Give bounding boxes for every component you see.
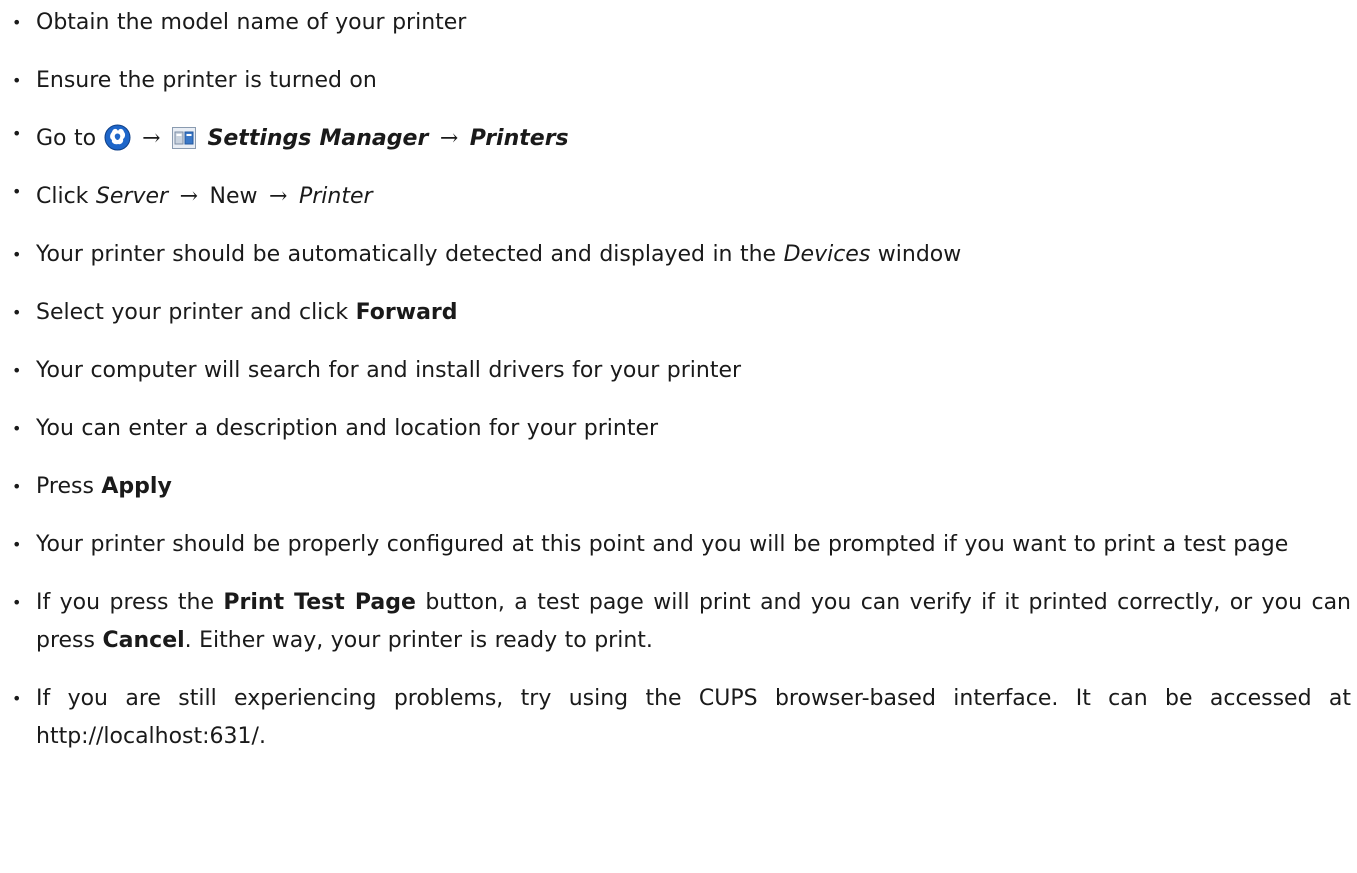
bullet: • [12, 124, 22, 143]
step-text: You can enter a description and location… [36, 416, 659, 441]
arrow: → [179, 184, 199, 209]
step-go-to-printers: • Go to → Settings Manager → Printers [0, 120, 1357, 158]
arrow: → [439, 126, 459, 151]
cancel-label: Cancel [102, 628, 185, 653]
new-label: New [209, 184, 258, 209]
printer-label: Printer [298, 184, 373, 209]
step-text: Select your printer and click [36, 300, 349, 325]
step-enter-description: • You can enter a description and locati… [0, 410, 1357, 448]
bullet: • [12, 71, 22, 90]
step-cups-interface: • If you are still experiencing problems… [0, 680, 1357, 756]
step-click-server-new-printer: • Click Server → New → Printer [0, 178, 1357, 216]
start-menu-icon [104, 124, 131, 151]
step-ensure-printer-on: • Ensure the printer is turned on [0, 62, 1357, 100]
arrow: → [269, 184, 288, 209]
step-text: If you press the [36, 590, 214, 615]
step-configured-test-page: • Your printer should be properly config… [0, 526, 1357, 564]
step-printer-detected: • Your printer should be automatically d… [0, 236, 1357, 274]
bullet: • [12, 535, 22, 554]
step-obtain-model-name: • Obtain the model name of your printer [0, 4, 1357, 42]
bullet: • [12, 361, 22, 380]
server-label: Server [95, 184, 169, 209]
step-text: Ensure the printer is turned on [36, 68, 377, 93]
bullet: • [12, 13, 22, 32]
step-text-suffix: window [877, 242, 962, 267]
bullet: • [12, 182, 22, 201]
bullet: • [12, 303, 22, 322]
devices-label: Devices [783, 242, 871, 267]
step-text: Your computer will search for and instal… [36, 358, 742, 383]
bullet: • [12, 477, 22, 496]
bullet: • [12, 593, 22, 612]
arrow: → [142, 126, 161, 151]
apply-label: Apply [101, 474, 172, 499]
step-print-test-page: • If you press the Print Test Page butto… [0, 584, 1357, 660]
step-text-suffix: . Either way, your printer is ready to p… [184, 628, 653, 653]
step-text: If you are still experiencing problems, … [36, 686, 1351, 749]
step-text: Press [36, 474, 94, 499]
forward-label: Forward [355, 300, 458, 325]
bullet: • [12, 245, 22, 264]
step-search-drivers: • Your computer will search for and inst… [0, 352, 1357, 390]
step-text-prefix: Go to [36, 126, 97, 151]
step-text-prefix: Click [36, 184, 89, 209]
settings-manager-label: Settings Manager [207, 126, 429, 151]
settings-manager-icon [172, 127, 197, 149]
step-select-forward: • Select your printer and click Forward [0, 294, 1357, 332]
step-press-apply: • Press Apply [0, 468, 1357, 506]
step-text: Your printer should be properly configur… [36, 532, 1289, 557]
step-text: Obtain the model name of your printer [36, 10, 467, 35]
instruction-list: • Obtain the model name of your printer … [0, 4, 1357, 756]
bullet: • [12, 689, 22, 708]
step-text: Your printer should be automatically det… [36, 242, 777, 267]
printers-label: Printers [469, 126, 569, 151]
bullet: • [12, 419, 22, 438]
print-test-page-label: Print Test Page [223, 590, 416, 615]
